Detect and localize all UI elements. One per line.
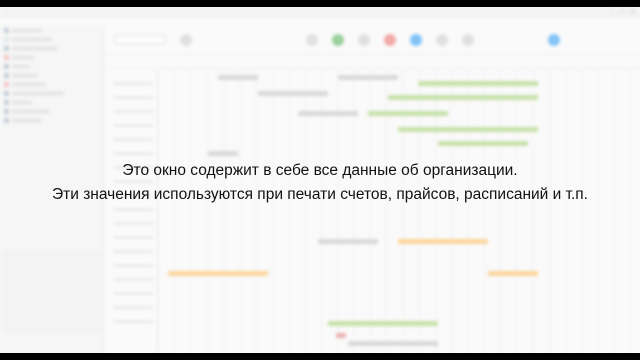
schedule-event — [208, 151, 238, 156]
toolbar-icon — [306, 33, 318, 46]
schedule-grid — [158, 71, 640, 353]
toolbar-icon — [384, 33, 396, 46]
sidebar-lower-panel — [0, 253, 103, 333]
sidebar-item — [4, 36, 99, 43]
toolbar-icon — [436, 33, 448, 46]
date-selector — [114, 35, 166, 44]
toolbar-icon — [332, 33, 344, 46]
schedule-event — [398, 239, 488, 244]
schedule-event — [388, 95, 538, 100]
maximize-icon: □ — [620, 8, 624, 14]
sidebar-item — [4, 72, 99, 79]
schedule-event — [348, 341, 438, 346]
schedule-event — [398, 127, 538, 132]
sidebar-item — [4, 45, 99, 52]
schedule-event — [438, 141, 528, 146]
schedule-event — [418, 81, 538, 86]
minimize-icon: – — [611, 8, 615, 14]
sidebar-item — [4, 54, 99, 61]
toolbar-icon — [462, 33, 474, 46]
title-bar: – □ ✕ — [0, 7, 640, 17]
toolbar-icon — [410, 33, 422, 46]
schedule-event — [258, 91, 328, 96]
toolbar-icon — [180, 33, 192, 46]
sidebar-item — [4, 27, 99, 34]
schedule-event — [218, 75, 258, 80]
sidebar-item — [4, 63, 99, 70]
lane-labels — [106, 71, 158, 353]
schedule-event — [338, 75, 398, 80]
sidebar-item — [4, 81, 99, 88]
schedule-event — [488, 271, 538, 276]
toolbar-icon — [358, 33, 370, 46]
close-icon: ✕ — [629, 9, 635, 15]
sidebar-item — [4, 117, 99, 124]
video-caption: Это окно содержит в себе все данные об о… — [0, 159, 640, 207]
schedule-event — [336, 333, 346, 338]
video-frame: – □ ✕ Это окно содержит в себе все данны… — [0, 7, 640, 353]
caption-line-1: Это окно содержит в себе все данные об о… — [122, 162, 518, 179]
menu-bar — [0, 17, 640, 25]
sidebar-item — [4, 90, 99, 97]
toolbar — [106, 25, 640, 55]
sidebar-item — [4, 99, 99, 106]
window-controls: – □ ✕ — [611, 8, 640, 15]
toolbar-icon — [548, 33, 560, 46]
schedule-event — [328, 321, 438, 326]
caption-line-2: Эти значения используются при печати сче… — [52, 186, 588, 203]
day-header — [106, 55, 640, 69]
schedule-event — [168, 271, 268, 276]
sidebar-item — [4, 108, 99, 115]
schedule-event — [298, 111, 358, 116]
schedule-event — [368, 111, 448, 116]
schedule-event — [318, 239, 378, 244]
